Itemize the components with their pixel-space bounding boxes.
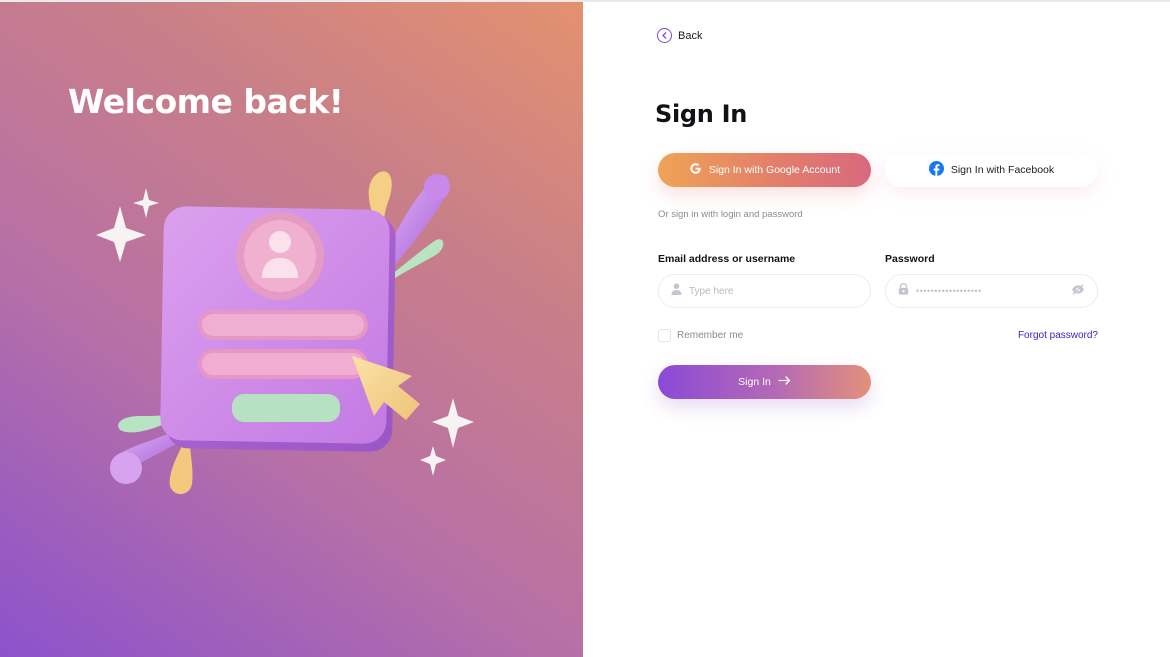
google-icon <box>689 162 702 178</box>
password-label: Password <box>885 253 935 265</box>
back-label: Back <box>678 29 703 42</box>
email-label: Email address or username <box>658 253 796 265</box>
lock-icon <box>898 282 909 300</box>
remember-label: Remember me <box>677 330 744 341</box>
user-icon <box>671 282 682 300</box>
email-field[interactable] <box>658 274 871 308</box>
password-input[interactable]: •••••••••••••••••• <box>916 286 1064 296</box>
divider-text: Or sign in with login and password <box>658 209 803 220</box>
login-illustration <box>96 171 474 495</box>
back-link[interactable]: Back <box>657 28 702 43</box>
google-signin-button[interactable]: Sign In with Google Account <box>658 153 871 187</box>
facebook-signin-button[interactable]: Sign In with Facebook <box>885 153 1098 187</box>
password-field[interactable]: •••••••••••••••••• <box>885 274 1098 308</box>
signin-submit-button[interactable]: Sign In <box>658 365 871 399</box>
profile-card <box>160 206 396 452</box>
submit-label: Sign In <box>738 376 771 388</box>
hero-panel: Welcome back! <box>0 2 583 657</box>
facebook-button-label: Sign In with Facebook <box>950 164 1055 176</box>
remember-checkbox[interactable] <box>658 329 671 342</box>
chevron-left-circle-icon <box>657 28 672 43</box>
google-button-label: Sign In with Google Account <box>708 164 841 176</box>
forgot-password-link[interactable]: Forgot password? <box>1018 330 1098 341</box>
remember-me[interactable]: Remember me <box>658 329 743 342</box>
eye-off-icon[interactable] <box>1071 282 1085 300</box>
facebook-icon <box>928 161 944 179</box>
arrow-right-icon <box>778 376 791 388</box>
page-title: Sign In <box>655 100 748 128</box>
email-input[interactable] <box>689 285 858 297</box>
